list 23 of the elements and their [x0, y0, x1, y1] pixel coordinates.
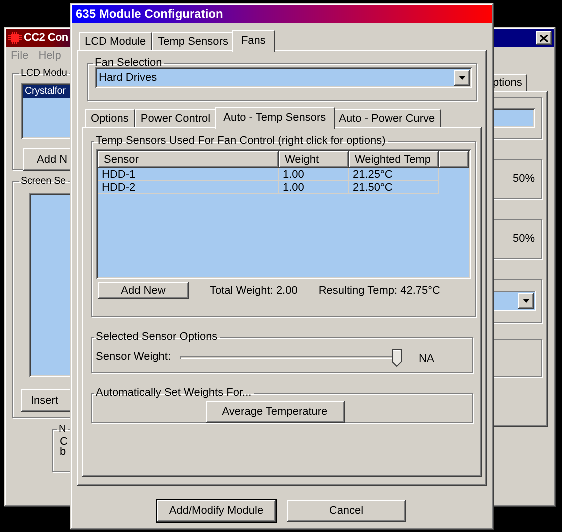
note-text: C — [60, 437, 69, 447]
total-weight-text: Total Weight: 2.00 — [210, 284, 298, 296]
group-label: Temp Sensors Used For Fan Control (right click for options) — [95, 135, 387, 147]
note-text: b — [60, 447, 68, 457]
value-label: NA — [419, 353, 434, 365]
group-label: LCD Modu — [20, 68, 68, 79]
percent-label: 50% — [512, 173, 535, 185]
field-label: Sensor Weight: — [96, 351, 172, 363]
window-title: CC2 Con — [24, 32, 68, 44]
resulting-temp-text: Resulting Temp: 42.75°C — [318, 284, 440, 296]
group-label: Screen Se — [20, 176, 67, 187]
percent-label: 50% — [512, 233, 535, 245]
table-cell: HDD-2 — [98, 181, 279, 194]
window-title: 635 Module Configuration — [76, 7, 224, 21]
table-cell: 21.50°C — [349, 181, 439, 194]
group-label: Automatically Set Weights For... — [95, 387, 253, 399]
table-cell: 1.00 — [279, 181, 349, 194]
group-label: Fan Selection — [94, 57, 164, 69]
table-cell: HDD-1 — [98, 168, 279, 181]
group-label: Selected Sensor Options — [95, 331, 219, 343]
group-label: N — [58, 424, 68, 435]
table-cell: 21.25°C — [349, 168, 439, 181]
table-cell: 1.00 — [279, 168, 349, 181]
